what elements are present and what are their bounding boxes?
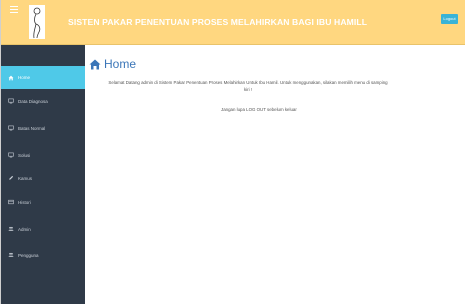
app-title: SISTEN PAKAR PENENTUAN PROSES MELAHIRKAN… <box>68 17 368 27</box>
monitor-icon <box>7 125 14 132</box>
app-window: SISTEN PAKAR PENENTUAN PROSES MELAHIRKAN… <box>0 0 465 304</box>
pencil-icon <box>7 175 14 182</box>
logout-reminder: Jangan lupa LOG OUT sebelum keluar <box>221 107 297 112</box>
sidebar-item-batas-normal[interactable]: Batas Normal <box>1 116 85 140</box>
sidebar-item-label: Admin <box>18 226 31 232</box>
sidebar-item-histori[interactable]: Histori <box>1 190 85 214</box>
home-icon <box>89 59 101 69</box>
monitor-icon <box>7 152 14 159</box>
sidebar-item-data-diagnosa[interactable]: Data Diagnosa <box>1 89 85 113</box>
monitor-icon <box>7 98 14 105</box>
sidebar-item-label: Batas Normal <box>18 125 46 131</box>
sidebar-item-label: Data Diagnosa <box>18 98 48 104</box>
sidebar-item-label: Home <box>18 75 31 80</box>
users-icon <box>7 252 14 259</box>
sidebar-item-kamus[interactable]: Kamus <box>1 166 85 190</box>
sidebar-item-label: Kamus <box>18 175 33 181</box>
home-icon <box>7 74 14 81</box>
sidebar-item-solusi[interactable]: Solusi <box>1 143 85 167</box>
sidebar-item-home[interactable]: Home <box>1 66 85 89</box>
top-header: SISTEN PAKAR PENENTUAN PROSES MELAHIRKAN… <box>1 0 465 45</box>
sidebar-item-label: Pengguna <box>18 252 39 258</box>
page-title: Home <box>89 57 136 71</box>
hamburger-icon[interactable] <box>10 6 18 14</box>
sidebar-item-pengguna[interactable]: Pengguna <box>1 243 85 267</box>
sidebar: Home Data Diagnosa Batas Normal Solusi K… <box>1 45 85 304</box>
sidebar-item-admin[interactable]: Admin <box>1 217 85 241</box>
sidebar-item-label: Histori <box>18 199 31 205</box>
users-icon <box>7 226 14 233</box>
table-icon <box>7 199 14 206</box>
welcome-message: Selamat Datang admin di Sistem Pakar Pen… <box>108 80 388 92</box>
main-content: Home Selamat Datang admin di Sistem Paka… <box>85 45 465 304</box>
logout-button[interactable]: Logout <box>441 14 458 24</box>
pregnant-woman-logo <box>29 5 45 39</box>
sidebar-item-label: Solusi <box>18 152 31 158</box>
page-title-text: Home <box>104 57 137 71</box>
